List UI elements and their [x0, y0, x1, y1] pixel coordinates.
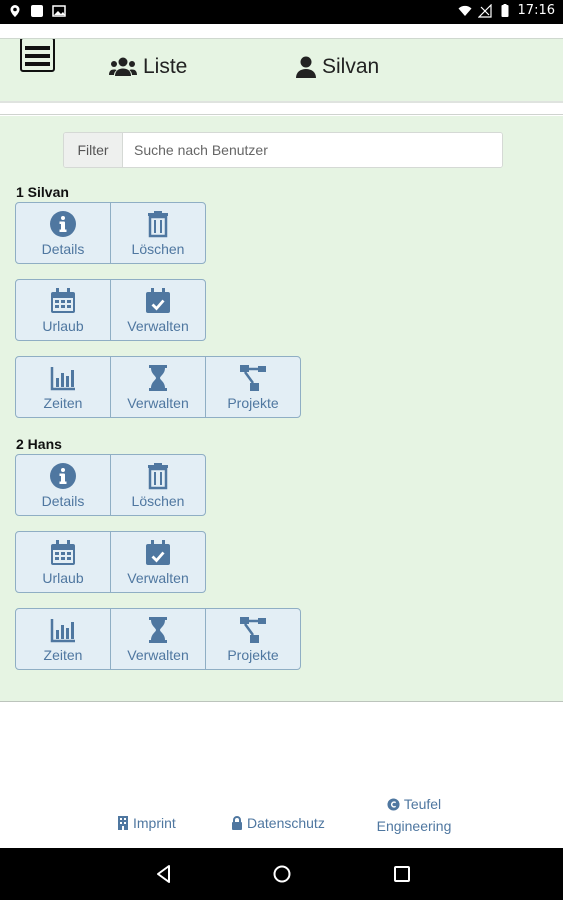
copyright-icon	[387, 797, 400, 811]
project-tree-icon	[239, 364, 267, 392]
verwalten-button[interactable]: Verwalten	[110, 356, 206, 418]
users-icon	[109, 57, 137, 76]
company-name-line2: Engineering	[376, 818, 452, 834]
company-link[interactable]: Teufel Engineering	[374, 793, 454, 837]
battery-icon	[501, 3, 509, 17]
details-button[interactable]: Details	[15, 202, 111, 264]
company-name-line1: Teufel	[403, 796, 442, 812]
loeschen-button[interactable]: Löschen	[110, 202, 206, 264]
calendar-icon	[49, 287, 77, 315]
home-icon[interactable]	[270, 862, 294, 886]
nav-user-link[interactable]: Silvan	[296, 55, 379, 79]
search-input[interactable]	[123, 133, 502, 167]
action-button-group: Details Löschen	[15, 202, 206, 264]
filter-label: Filter	[64, 133, 123, 167]
lock-icon	[232, 816, 242, 830]
user-heading: 2 Hans	[16, 436, 62, 452]
button-label: Verwalten	[127, 647, 189, 663]
imprint-label: Imprint	[133, 815, 176, 831]
hourglass-icon	[144, 616, 172, 644]
loeschen-button[interactable]: Löschen	[110, 454, 206, 516]
button-label: Projekte	[227, 395, 279, 411]
button-label: Verwalten	[127, 570, 189, 586]
button-label: Verwalten	[127, 395, 189, 411]
user-icon	[296, 56, 316, 78]
hamburger-icon	[20, 37, 55, 72]
projekte-button[interactable]: Projekte	[205, 608, 301, 670]
back-icon[interactable]	[152, 862, 176, 886]
button-label: Zeiten	[43, 395, 83, 411]
image-icon	[52, 5, 66, 17]
button-label: Details	[41, 493, 85, 509]
trash-icon	[144, 210, 172, 238]
nav-user-label: Silvan	[322, 55, 380, 78]
button-label: Löschen	[131, 493, 185, 509]
trash-icon	[144, 462, 172, 490]
button-label: Zeiten	[43, 647, 83, 663]
recents-icon[interactable]	[390, 862, 414, 886]
action-button-group: Urlaub Verwalten	[15, 531, 206, 593]
signal-off-icon	[477, 3, 492, 18]
button-label: Urlaub	[42, 570, 84, 586]
action-button-group: Details Löschen	[15, 454, 206, 516]
bar-chart-icon	[49, 616, 77, 644]
action-button-group: Zeiten Verwalten Projekte	[15, 608, 301, 670]
user-list-panel: Filter 1 Silvan Details Löschen Urlaub Verwa…	[0, 116, 563, 702]
button-label: Verwalten	[127, 318, 189, 334]
action-button-group: Zeiten Verwalten Projekte	[15, 356, 301, 418]
header-divider	[0, 101, 563, 115]
action-button-group: Urlaub Verwalten	[15, 279, 206, 341]
bar-chart-icon	[49, 364, 77, 392]
zeiten-button[interactable]: Zeiten	[15, 608, 111, 670]
app-header: Liste Silvan	[0, 37, 563, 101]
calendar-check-icon	[144, 287, 172, 315]
verwalten-button[interactable]: Verwalten	[110, 531, 206, 593]
nav-list-link[interactable]: Liste	[109, 55, 187, 79]
status-time: 17:16	[517, 3, 555, 18]
info-icon	[49, 210, 77, 238]
verwalten-button[interactable]: Verwalten	[110, 279, 206, 341]
verwalten-button[interactable]: Verwalten	[110, 608, 206, 670]
urlaub-button[interactable]: Urlaub	[15, 279, 111, 341]
urlaub-button[interactable]: Urlaub	[15, 531, 111, 593]
button-label: Löschen	[131, 241, 185, 257]
system-nav-bar	[0, 848, 563, 900]
location-icon	[10, 5, 20, 17]
imprint-link[interactable]: Imprint	[117, 815, 176, 831]
notification-icon	[31, 5, 43, 17]
privacy-label: Datenschutz	[247, 815, 325, 831]
button-label: Urlaub	[42, 318, 84, 334]
zeiten-button[interactable]: Zeiten	[15, 356, 111, 418]
button-label: Projekte	[227, 647, 279, 663]
user-heading: 1 Silvan	[16, 184, 69, 200]
calendar-icon	[49, 539, 77, 567]
hourglass-icon	[144, 364, 172, 392]
menu-button[interactable]	[20, 37, 56, 73]
project-tree-icon	[239, 616, 267, 644]
nav-list-label: Liste	[143, 55, 188, 78]
projekte-button[interactable]: Projekte	[205, 356, 301, 418]
building-icon	[118, 816, 128, 830]
details-button[interactable]: Details	[15, 454, 111, 516]
status-bar: 17:16	[0, 0, 563, 24]
info-icon	[49, 462, 77, 490]
calendar-check-icon	[144, 539, 172, 567]
button-label: Details	[41, 241, 85, 257]
filter-group: Filter	[63, 132, 503, 168]
privacy-link[interactable]: Datenschutz	[231, 815, 325, 831]
wifi-icon	[458, 5, 472, 16]
